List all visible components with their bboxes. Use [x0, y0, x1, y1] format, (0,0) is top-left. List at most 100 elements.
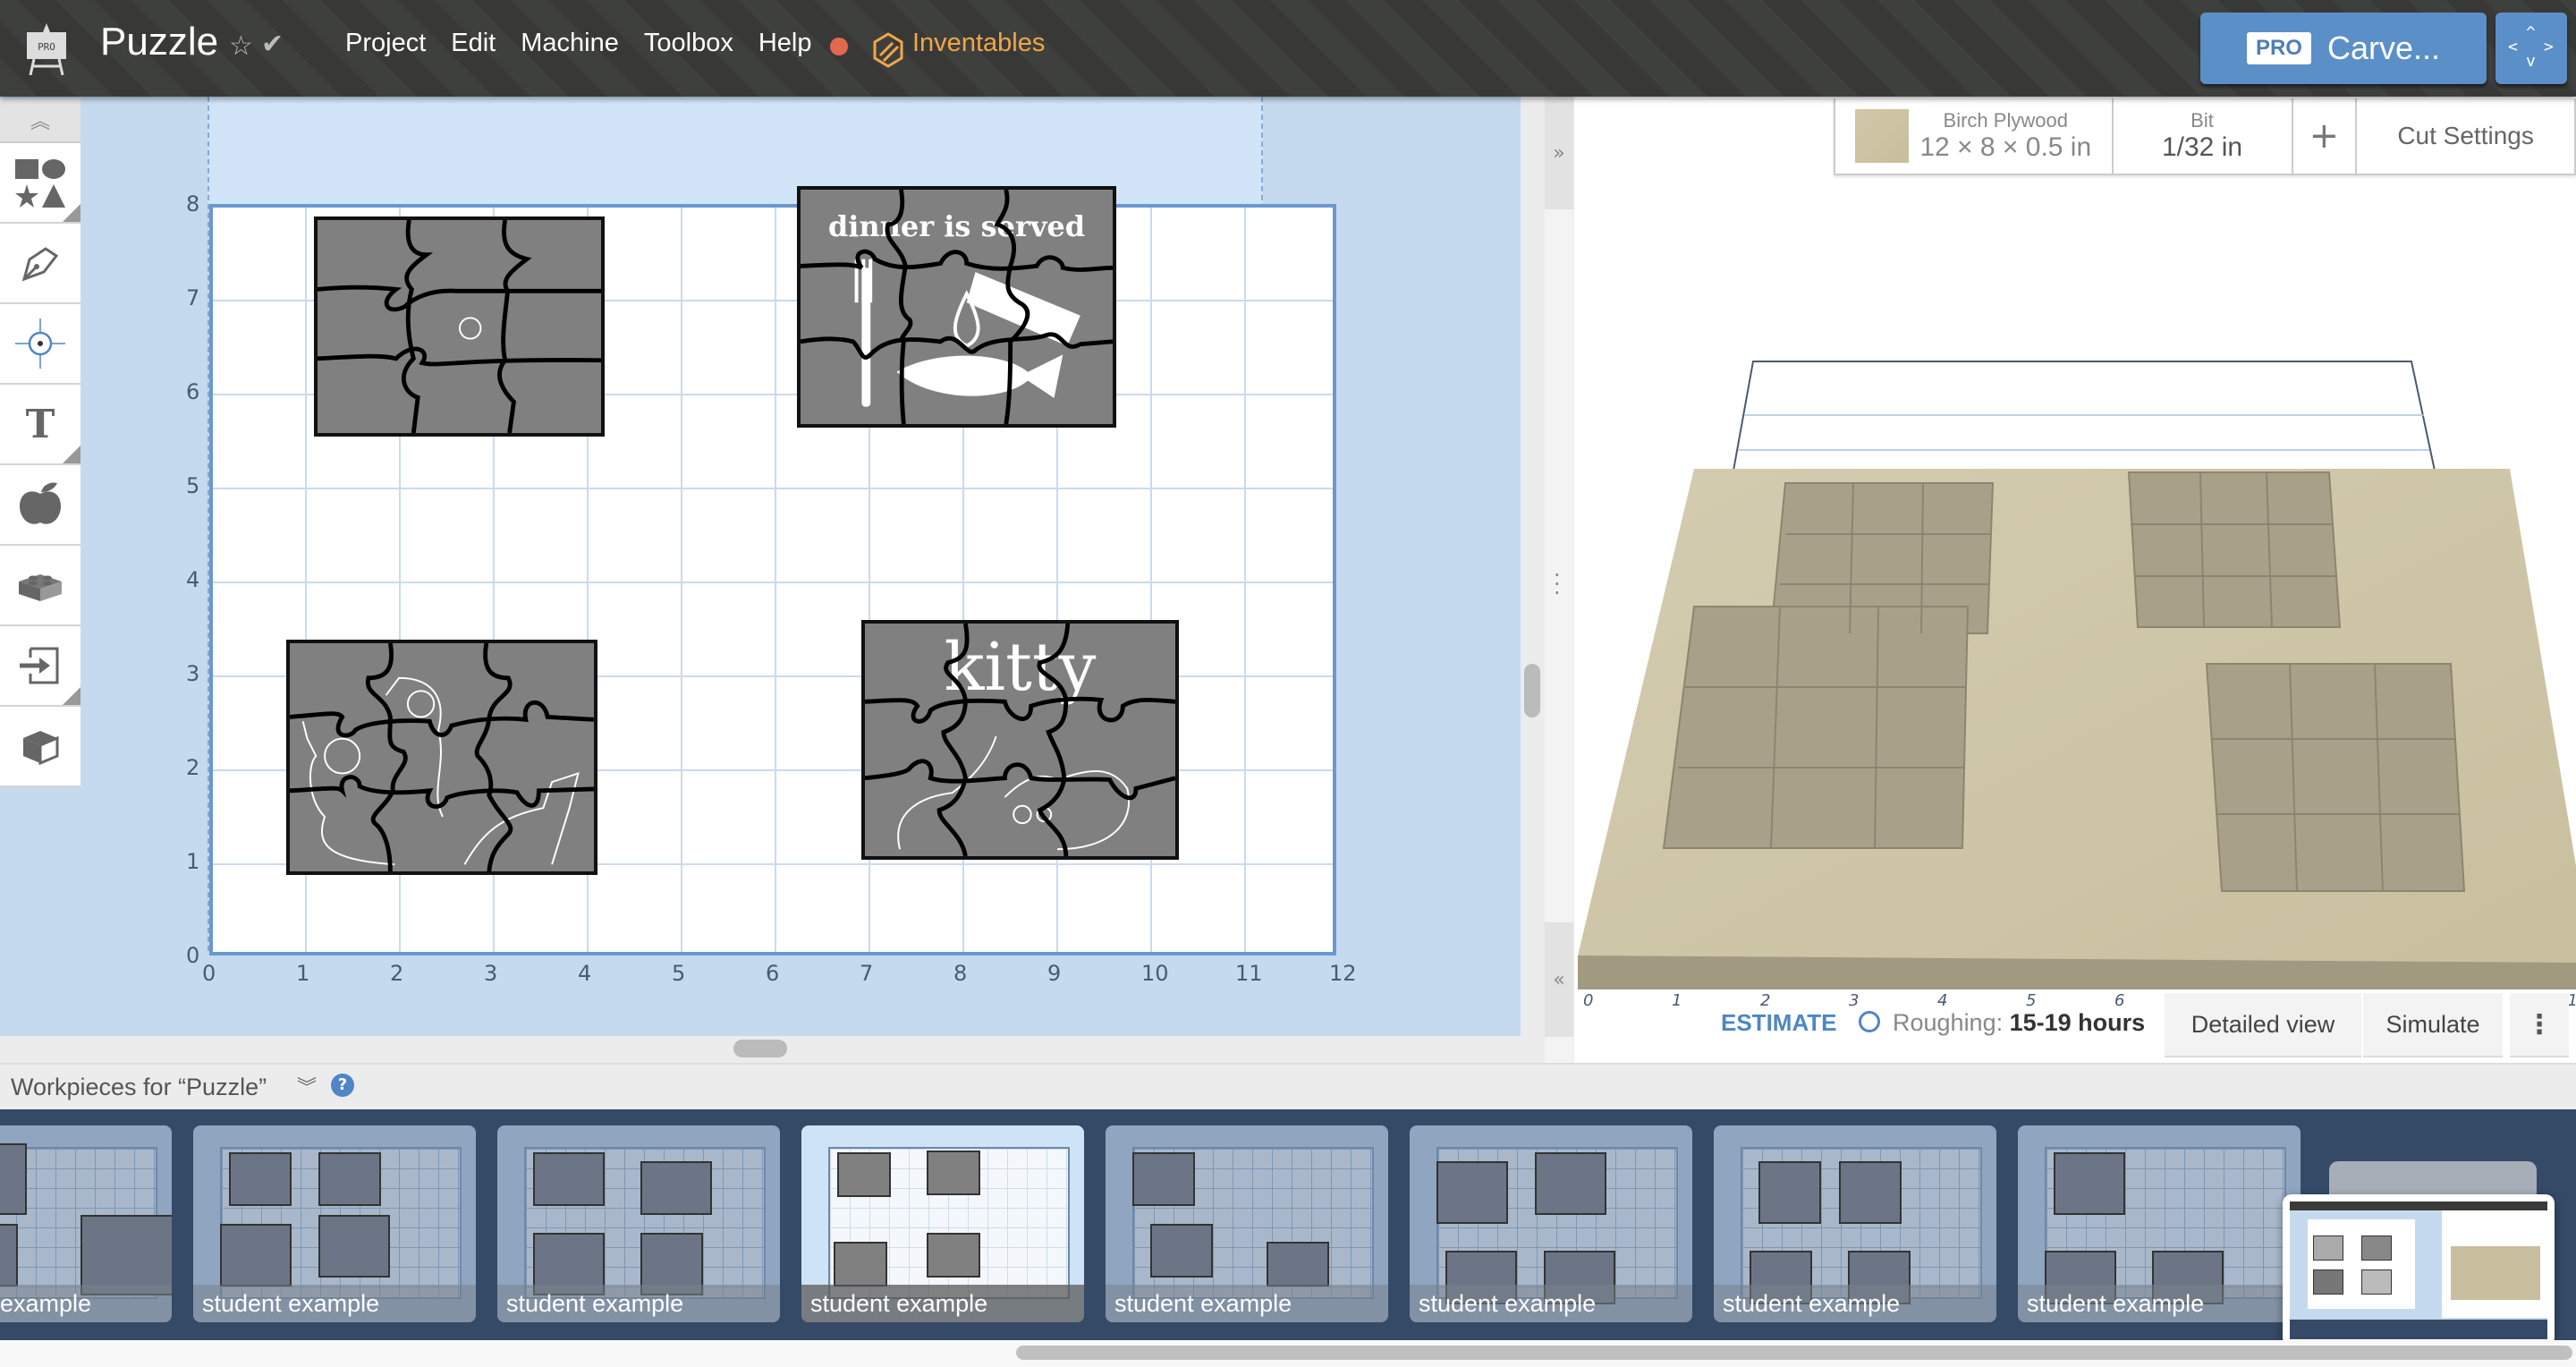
menu-toolbox[interactable]: Toolbox	[644, 29, 733, 58]
submenu-indicator	[63, 687, 80, 705]
shapes-icon	[15, 159, 65, 208]
x-axis-tick: 6	[766, 961, 780, 986]
add-bit-button[interactable]: +	[2293, 98, 2358, 174]
expand-preview-button[interactable]: »	[1545, 97, 1573, 209]
puzzle-piece-dinner[interactable]: dinner is served	[797, 186, 1116, 428]
workpiece-card[interactable]: student example	[2018, 1125, 2301, 1322]
y-axis-tick: 4	[186, 567, 200, 592]
pen-icon	[21, 247, 59, 282]
estimate-label[interactable]: ESTIMATE	[1721, 1009, 1837, 1037]
arrow-right-icon: >	[2544, 38, 2554, 56]
detailed-view-button[interactable]: Detailed view	[2165, 993, 2361, 1057]
workpiece-thumbnail-puzzle	[834, 1242, 887, 1286]
canvas-vertical-scrollbar[interactable]	[1524, 664, 1540, 717]
workpiece-card[interactable]: student example	[1106, 1125, 1388, 1322]
y-axis-tick: 0	[186, 943, 200, 968]
jog-machine-button[interactable]: ^ < > v	[2496, 13, 2567, 84]
clock-icon	[1859, 1011, 1880, 1032]
apple-icon	[20, 482, 61, 524]
workpiece-thumbnail-puzzle	[0, 1224, 18, 1286]
chevron-down-icon[interactable]: ︾	[297, 1072, 317, 1100]
project-title[interactable]: Puzzle	[100, 20, 218, 64]
workpiece-thumbnail-puzzle	[837, 1152, 891, 1197]
roughing-value: 15-19 hours	[2009, 1009, 2146, 1036]
tool-apps[interactable]	[0, 546, 80, 626]
roughing-estimate: Roughing: 15-19 hours	[1893, 1009, 2145, 1037]
collapse-preview-button[interactable]: «	[1545, 922, 1573, 1037]
x-axis-tick: 4	[578, 961, 592, 986]
simulate-button[interactable]: Simulate	[2363, 993, 2503, 1057]
workpiece-card[interactable]: student example	[1714, 1125, 1996, 1322]
material-selector[interactable]: Birch Plywood 12 × 8 × 0.5 in	[1835, 98, 2114, 174]
bit-selector[interactable]: Bit 1/32 in	[2114, 98, 2293, 174]
menu-project[interactable]: Project	[345, 29, 426, 58]
workpiece-card[interactable]: student example	[497, 1125, 780, 1322]
x-axis-tick: 3	[484, 961, 498, 986]
y-axis-tick: 3	[186, 661, 200, 686]
tool-import[interactable]	[0, 626, 80, 707]
canvas-resize-handle[interactable]	[733, 1040, 787, 1057]
notification-dot-icon	[830, 38, 848, 55]
workpieces-header: Workpieces for “Puzzle” ︾ ?	[0, 1063, 2576, 1109]
star-icon[interactable]: ☆	[229, 30, 253, 62]
menu-machine[interactable]: Machine	[521, 29, 619, 58]
carve-label: Carve...	[2326, 30, 2441, 66]
tool-point[interactable]	[0, 304, 80, 385]
carve-button[interactable]: PRO Carve...	[2200, 13, 2487, 84]
drag-handle-icon[interactable]: · · ·	[1554, 565, 1561, 604]
saved-check-icon: ✔	[261, 29, 284, 60]
workpiece-card[interactable]: student example	[801, 1125, 1084, 1322]
workpiece-card[interactable]: student example	[193, 1125, 476, 1322]
workpiece-thumbnail-puzzle	[927, 1233, 980, 1278]
crosshair-icon	[15, 318, 65, 369]
tool-pen[interactable]	[0, 224, 80, 304]
tool-3d[interactable]	[0, 707, 80, 787]
workpiece-card[interactable]: student example	[1410, 1125, 1692, 1322]
import-icon	[20, 647, 59, 684]
puzzle-piece-kitty[interactable]: kitty	[861, 620, 1179, 860]
y-axis-tick: 8	[186, 191, 200, 217]
design-canvas[interactable]: 876543210 0 1 2 3 4 5 6 7 8 9 10 11 12 dinner is ser…	[0, 97, 1521, 1117]
bit-value: 1/32 in	[2161, 132, 2243, 162]
collapse-toolbar-button[interactable]: ︽	[0, 98, 80, 143]
x-axis-tick: 8	[953, 961, 968, 986]
workpiece-caption: student example	[801, 1285, 1084, 1322]
material-swatch	[1855, 109, 1910, 163]
workpieces-scrollbar	[0, 1340, 2576, 1367]
menu-edit[interactable]: Edit	[451, 29, 496, 58]
menu-help[interactable]: Help	[758, 29, 812, 58]
more-options-icon[interactable]: ⋮	[2510, 993, 2569, 1057]
workpiece-caption: example	[0, 1285, 172, 1322]
workpiece-card[interactable]: example	[0, 1125, 172, 1322]
workpiece-thumbnail-puzzle	[1758, 1161, 1821, 1224]
easel-logo-icon[interactable]: PRO	[25, 23, 68, 75]
puzzle-cut-lines	[865, 624, 1175, 856]
workpiece-thumbnail-puzzle	[1267, 1242, 1329, 1286]
x-axis-tick: 1	[296, 961, 310, 986]
workpiece-thumbnail-puzzle	[1150, 1224, 1213, 1278]
tool-icons[interactable]	[0, 465, 80, 546]
tool-palette: ︽ T	[0, 98, 80, 787]
tool-shapes[interactable]	[0, 143, 80, 224]
tool-text[interactable]: T	[0, 385, 80, 465]
submenu-indicator	[63, 446, 80, 463]
workpiece-preview-popup	[2283, 1194, 2555, 1346]
puzzle-piece-top-left[interactable]	[314, 217, 605, 437]
cut-settings-button[interactable]: Cut Settings	[2357, 98, 2574, 174]
workpiece-caption: student example	[497, 1285, 780, 1322]
workpiece-thumbnail-puzzle	[927, 1150, 980, 1195]
estimate-bar: ESTIMATE Roughing: 15-19 hours Detailed …	[1574, 986, 2576, 1063]
x-axis-tick: 12	[1329, 961, 1357, 986]
inventables-link[interactable]: Inventables	[912, 29, 1045, 58]
workpieces-scroll-thumb[interactable]	[1016, 1346, 2572, 1360]
y-axis-tick: 5	[186, 473, 200, 498]
help-icon[interactable]: ?	[331, 1074, 354, 1097]
logo-badge: PRO	[38, 41, 55, 53]
y-axis-tick: 7	[186, 285, 200, 310]
workpiece-thumbnail-puzzle	[0, 1143, 27, 1215]
panel-divider: » · · · «	[1545, 97, 1573, 1063]
puzzle-piece-cats-fox[interactable]	[286, 640, 597, 875]
3d-preview-render[interactable]	[1574, 231, 2576, 1009]
lego-brick-icon	[19, 574, 62, 601]
x-axis-tick: 9	[1047, 961, 1062, 986]
